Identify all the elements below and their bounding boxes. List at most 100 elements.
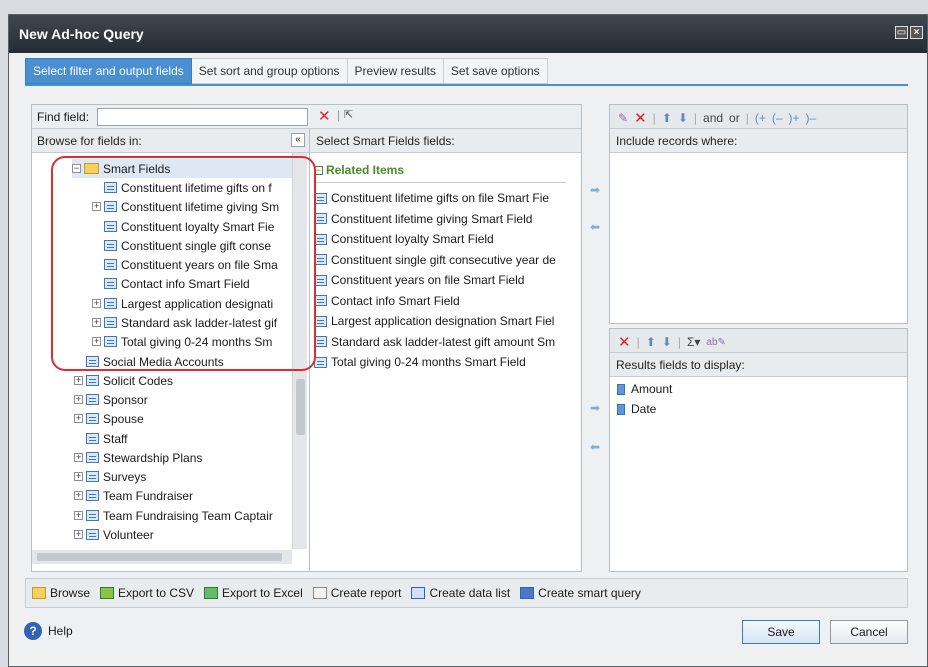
browse-header-label: Browse for fields in:: [37, 134, 142, 148]
restore-icon[interactable]: ▭: [895, 26, 908, 39]
results-header: Results fields to display:: [610, 353, 907, 377]
tab-save-options[interactable]: Set save options: [443, 58, 548, 84]
tree-hscrollbar[interactable]: [32, 550, 292, 564]
add-close-paren-button[interactable]: )+: [789, 111, 800, 125]
summarize-button[interactable]: Σ▾: [687, 335, 700, 349]
tree-item[interactable]: + Surveys: [74, 467, 146, 486]
expand-icon[interactable]: +: [74, 395, 83, 404]
add-open-paren-button[interactable]: (+: [755, 111, 766, 125]
smart-field-item[interactable]: Constituent single gift consecutive year…: [314, 250, 556, 270]
tab-select-filter-output[interactable]: Select filter and output fields: [25, 58, 192, 84]
create-report-action[interactable]: Create report: [312, 586, 401, 600]
tree-item[interactable]: + Constituent lifetime giving Sm: [92, 197, 279, 216]
collapse-group-icon[interactable]: −: [314, 165, 323, 175]
collapse-icon[interactable]: −: [72, 164, 81, 173]
related-items-group[interactable]: − Related Items: [314, 163, 404, 177]
results-move-down-icon[interactable]: ⬇: [662, 335, 672, 349]
tree-item[interactable]: + Total giving 0-24 months Sm: [92, 332, 272, 351]
help-link[interactable]: ? Help: [24, 622, 73, 640]
tree-item[interactable]: Constituent single gift conse: [92, 236, 271, 255]
tree-folder[interactable]: − Smart Fields: [72, 159, 292, 178]
or-button[interactable]: or: [729, 111, 740, 125]
field-icon: [314, 233, 327, 245]
tree-item[interactable]: Social Media Accounts: [74, 352, 224, 371]
export-excel-action[interactable]: Export to Excel: [204, 586, 303, 600]
cancel-button[interactable]: Cancel: [830, 620, 908, 644]
move-up-icon[interactable]: ⬆: [662, 111, 672, 125]
tree-item[interactable]: + Solicit Codes: [74, 371, 173, 390]
remove-filter-arrow-icon[interactable]: ⬅: [590, 220, 600, 234]
filter-drop-area[interactable]: [610, 153, 907, 323]
smart-field-item[interactable]: Total giving 0-24 months Smart Field: [314, 352, 526, 372]
tree-item[interactable]: + Stewardship Plans: [74, 448, 202, 467]
expand-icon[interactable]: +: [92, 299, 101, 308]
tree-item[interactable]: + Largest application designati: [92, 294, 273, 313]
collapse-panel-button[interactable]: «: [291, 133, 305, 147]
add-filter-arrow-icon[interactable]: ➡: [590, 183, 600, 197]
tree-item[interactable]: Constituent lifetime gifts on f: [92, 178, 272, 197]
clear-find-icon[interactable]: ✕: [318, 107, 331, 125]
tree-scrollbar[interactable]: [292, 153, 307, 549]
smart-field-item[interactable]: Standard ask ladder-latest gift amount S…: [314, 332, 555, 352]
expand-icon[interactable]: +: [74, 530, 83, 539]
tab-sort-group[interactable]: Set sort and group options: [191, 58, 348, 84]
smart-field-item[interactable]: Constituent years on file Smart Field: [314, 270, 524, 290]
tree-item[interactable]: + Team Fundraising Team Captair: [74, 506, 273, 525]
add-output-arrow-icon[interactable]: ➡: [590, 401, 600, 415]
tree-item[interactable]: + Team Fundraiser: [74, 486, 193, 505]
expand-icon[interactable]: +: [74, 472, 83, 481]
smart-field-item[interactable]: Constituent lifetime giving Smart Field: [314, 209, 532, 229]
save-button[interactable]: Save: [742, 620, 820, 644]
results-move-up-icon[interactable]: ⬆: [646, 335, 656, 349]
expand-icon[interactable]: +: [92, 202, 101, 211]
tree-item[interactable]: Constituent loyalty Smart Fie: [92, 217, 274, 236]
create-smart-query-action[interactable]: Create smart query: [520, 586, 641, 600]
expand-icon[interactable]: +: [74, 511, 83, 520]
smart-field-item[interactable]: Constituent loyalty Smart Field: [314, 229, 494, 249]
remove-open-paren-button[interactable]: (–: [772, 111, 783, 125]
tab-preview-results[interactable]: Preview results: [347, 58, 444, 84]
tree-item[interactable]: Contact info Smart Field: [92, 274, 250, 293]
tree-item[interactable]: + Sponsor: [74, 390, 148, 409]
expand-icon[interactable]: +: [74, 453, 83, 462]
results-delete-icon[interactable]: ✕: [618, 333, 631, 351]
smart-field-label: Constituent lifetime giving Smart Field: [331, 211, 533, 226]
remove-output-arrow-icon[interactable]: ⬅: [590, 440, 600, 454]
expand-icon[interactable]: +: [92, 318, 101, 327]
expand-icon[interactable]: +: [92, 337, 101, 346]
tree-hscroll-thumb[interactable]: [37, 553, 282, 561]
smart-field-item[interactable]: Contact info Smart Field: [314, 291, 460, 311]
find-field-input[interactable]: [97, 108, 308, 126]
export-csv-action[interactable]: Export to CSV: [100, 586, 194, 600]
and-button[interactable]: and: [703, 111, 723, 125]
tree-item[interactable]: + Standard ask ladder-latest gif: [92, 313, 277, 332]
tree-scroll-thumb[interactable]: [296, 379, 305, 435]
filter-edit-icon[interactable]: ✎: [618, 111, 628, 125]
expand-icon[interactable]: +: [74, 491, 83, 500]
field-icon: [86, 413, 99, 424]
field-icon: [104, 240, 117, 251]
smart-field-item[interactable]: Largest application designation Smart Fi…: [314, 311, 554, 331]
field-icon: [86, 433, 99, 444]
tree-item[interactable]: Constituent years on file Sma: [92, 255, 278, 274]
tree-locate-icon[interactable]: ⇱: [344, 108, 353, 121]
result-field-item[interactable]: Date: [617, 400, 656, 418]
close-icon[interactable]: ×: [910, 26, 923, 39]
filter-delete-icon[interactable]: ✕: [634, 109, 647, 127]
tree-item[interactable]: Staff: [74, 429, 127, 448]
remove-close-paren-button[interactable]: )–: [806, 111, 817, 125]
create-data-list-action[interactable]: Create data list: [411, 586, 510, 600]
expand-icon[interactable]: +: [74, 414, 83, 423]
tree-item[interactable]: + Volunteer: [74, 525, 154, 544]
browse-action[interactable]: Browse: [32, 586, 90, 600]
toolbar-divider: |: [745, 111, 749, 125]
move-down-icon[interactable]: ⬇: [678, 111, 688, 125]
data-list-icon: [411, 587, 426, 599]
expand-icon[interactable]: +: [74, 376, 83, 385]
smart-field-item[interactable]: Constituent lifetime gifts on file Smart…: [314, 188, 549, 208]
rename-column-icon[interactable]: ab✎: [706, 337, 726, 348]
filter-panel: ✎ ✕ | ⬆ ⬇ | and or | (+ (– )+ )– Include…: [609, 104, 908, 324]
tree-item[interactable]: + Spouse: [74, 409, 144, 428]
smart-field-label: Standard ask ladder-latest gift amount S…: [331, 334, 556, 349]
result-field-item[interactable]: Amount: [617, 380, 672, 398]
